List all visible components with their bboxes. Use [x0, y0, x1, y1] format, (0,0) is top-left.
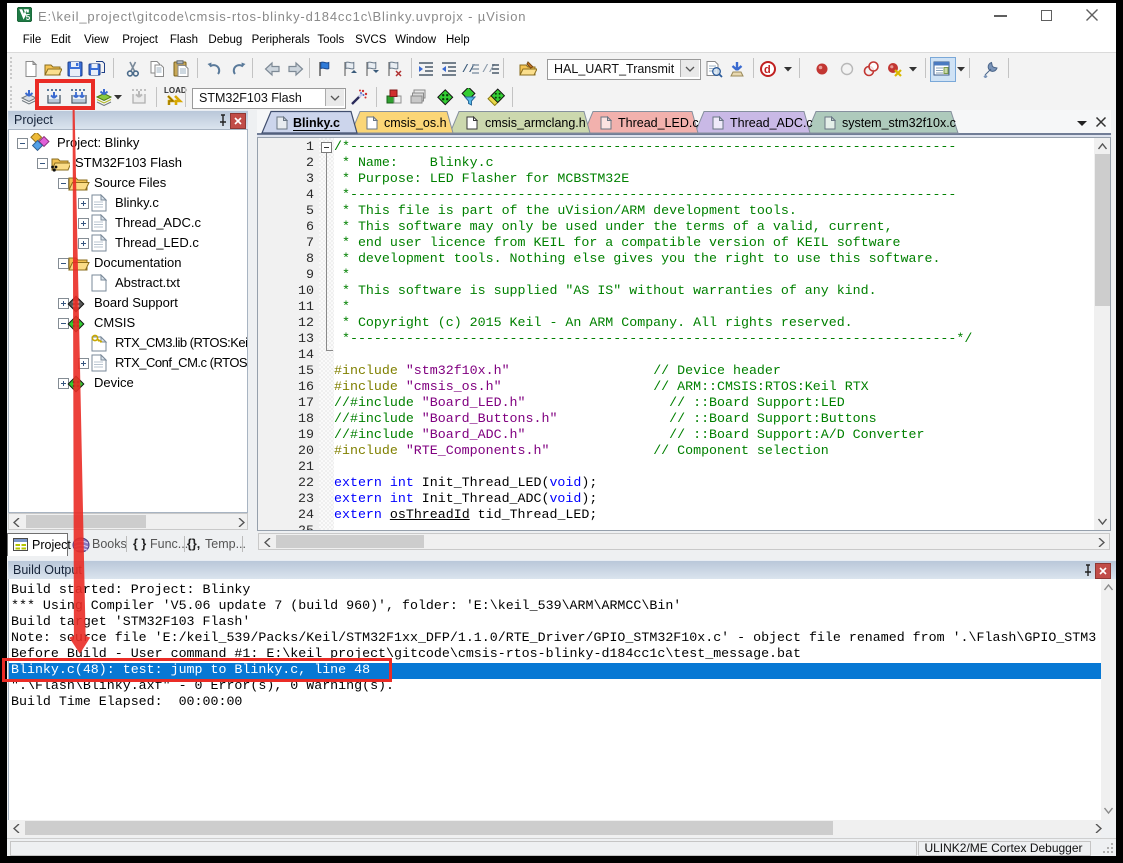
svg-text://: //	[482, 64, 496, 76]
svg-text:LOAD: LOAD	[164, 86, 187, 95]
svg-text:d: d	[764, 64, 771, 76]
svg-text://: //	[462, 64, 476, 76]
